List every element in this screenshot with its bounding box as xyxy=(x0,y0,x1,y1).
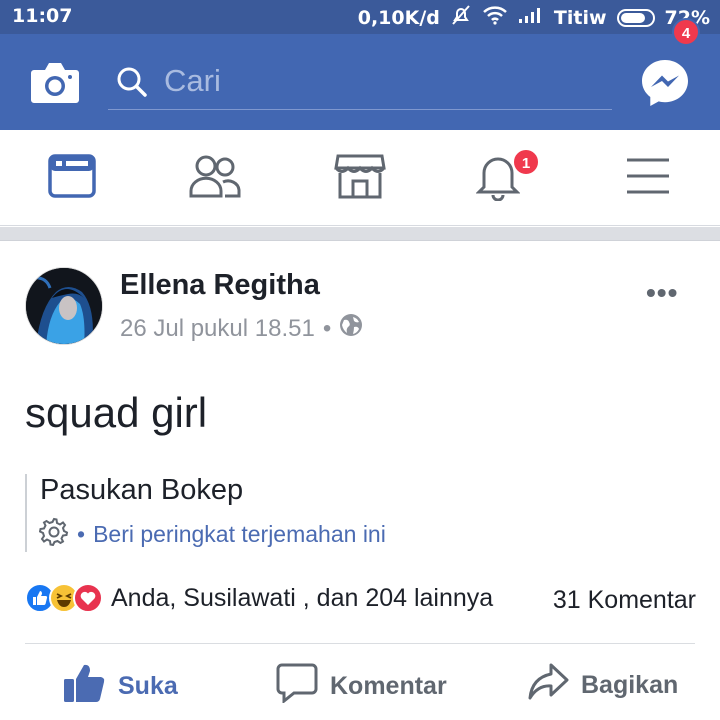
avatar[interactable] xyxy=(25,267,103,345)
battery-icon xyxy=(616,8,655,27)
actions-divider xyxy=(25,643,695,644)
news-feed-icon xyxy=(48,153,96,203)
rate-translation[interactable]: • Beri peringkat terjemahan ini xyxy=(38,516,386,552)
friends-icon xyxy=(189,154,241,203)
tab-notifications[interactable] xyxy=(448,130,548,226)
love-reaction-icon xyxy=(73,583,103,613)
post-author[interactable]: Ellena Regitha xyxy=(120,269,320,302)
like-button[interactable]: Suka xyxy=(62,663,178,710)
status-time: 11:07 xyxy=(12,5,73,27)
share-button[interactable]: Bagikan xyxy=(527,663,678,708)
comment-button[interactable]: Komentar xyxy=(276,663,447,710)
messenger-icon[interactable] xyxy=(638,56,692,110)
feed-post: Ellena Regitha 26 Jul pukul 18.51 • ••• … xyxy=(0,241,720,720)
meta-dot: • xyxy=(322,314,332,342)
network-speed: 0,10K/d xyxy=(357,6,440,29)
search-placeholder: Cari xyxy=(164,63,221,98)
search-bar[interactable]: Cari xyxy=(108,52,612,110)
status-bar: 11:07 0,10K/d Titiw 72% xyxy=(0,0,720,34)
tab-marketplace[interactable] xyxy=(310,130,410,226)
tab-news-feed[interactable] xyxy=(22,130,122,226)
comment-bubble-icon xyxy=(276,663,318,710)
status-icons: 0,10K/d Titiw 72% xyxy=(358,4,710,31)
translation-box: Pasukan Bokep • Beri peringkat terjemaha… xyxy=(25,474,525,552)
post-actions: Suka Komentar Bagikan xyxy=(0,645,720,720)
comment-label: Komentar xyxy=(330,672,447,700)
nav-tabs: 1 xyxy=(0,130,720,226)
facebook-mobile-screen: 11:07 0,10K/d Titiw 72% Cari xyxy=(0,0,720,720)
gear-icon xyxy=(38,516,69,552)
more-options-icon[interactable]: ••• xyxy=(646,277,678,309)
rate-dot: • xyxy=(77,520,86,547)
feed-separator xyxy=(0,227,720,241)
signal-icon xyxy=(518,6,544,29)
globe-icon xyxy=(339,313,363,344)
tab-friends[interactable] xyxy=(165,130,265,226)
hamburger-menu-icon xyxy=(625,156,671,201)
post-text: squad girl xyxy=(25,389,208,436)
tab-menu[interactable] xyxy=(598,130,698,226)
reaction-text: Anda, Susilawati , dan 204 lainnya xyxy=(111,583,494,612)
like-label: Suka xyxy=(118,672,178,700)
top-bar: Cari xyxy=(0,34,720,130)
mute-bell-icon xyxy=(450,4,472,31)
post-timestamp[interactable]: 26 Jul pukul 18.51 xyxy=(120,315,315,343)
carrier-name: Titiw xyxy=(553,6,607,29)
notification-badge: 1 xyxy=(512,148,540,176)
share-label: Bagikan xyxy=(581,671,679,699)
reactions-summary[interactable]: Anda, Susilawati , dan 204 lainnya xyxy=(25,583,493,613)
translated-text: Pasukan Bokep xyxy=(40,474,244,506)
share-arrow-icon xyxy=(527,663,569,708)
post-meta: 26 Jul pukul 18.51 • xyxy=(120,313,363,344)
comment-count[interactable]: 31 Komentar xyxy=(553,586,696,615)
messenger-badge: 4 xyxy=(672,18,700,46)
rate-translation-label: Beri peringkat terjemahan ini xyxy=(93,520,386,547)
thumbs-up-icon xyxy=(62,663,106,710)
search-icon xyxy=(116,66,148,103)
marketplace-icon xyxy=(334,152,386,205)
wifi-icon xyxy=(482,5,508,30)
camera-icon[interactable] xyxy=(30,60,80,109)
